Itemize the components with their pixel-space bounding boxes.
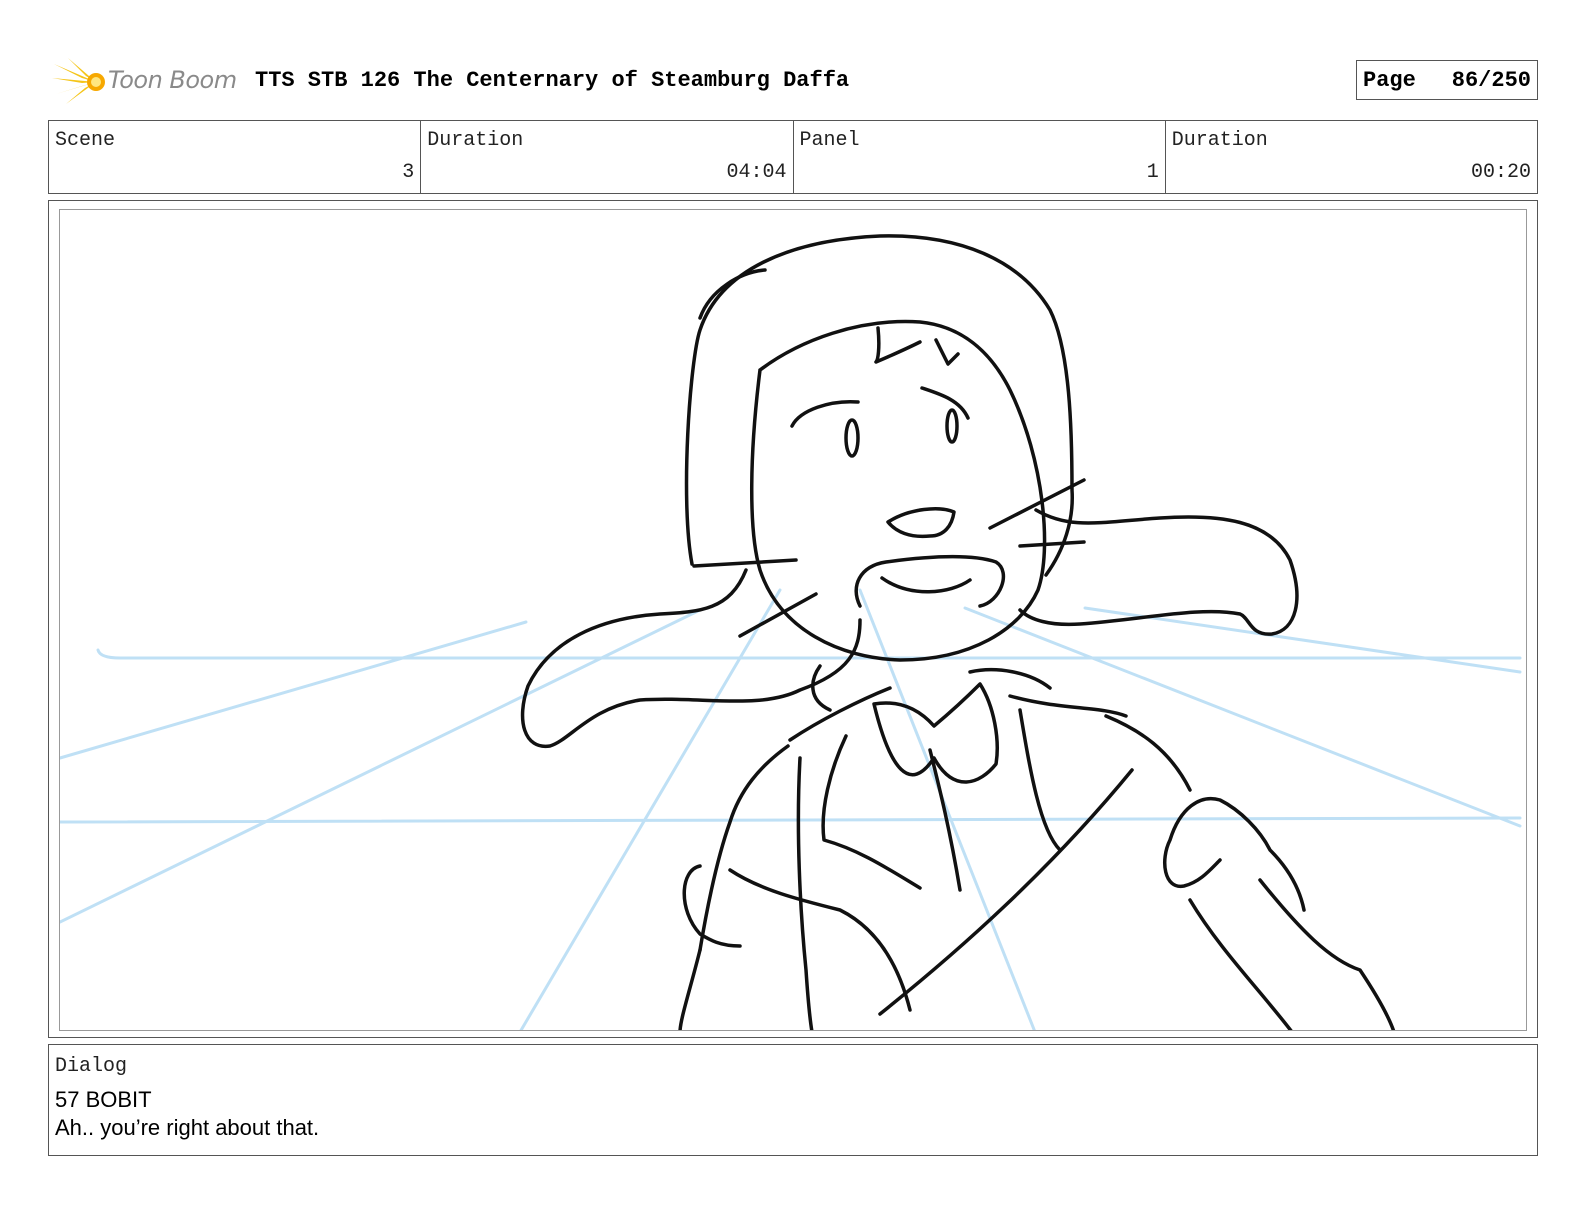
guide-left-upper: [60, 620, 528, 760]
mouth: [880, 576, 972, 594]
scene-duration-cell: Duration 04:04: [421, 121, 794, 193]
storyboard-panel-image: [59, 209, 1527, 1031]
scene-duration-value: 04:04: [726, 161, 787, 184]
scene-cell: Scene 3: [49, 121, 422, 193]
page-counter: Page 86/250: [1356, 60, 1538, 100]
panel-duration-cell: Duration 00:20: [1166, 121, 1537, 193]
logo-text: Toon Boom: [108, 66, 237, 94]
document-title: TTS STB 126 The Centernary of Steamburg …: [255, 68, 850, 93]
perspective-guides: [60, 588, 1522, 1030]
right-body: [1188, 898, 1293, 1030]
dialog-label: Dialog: [55, 1055, 128, 1078]
muzzle: [854, 554, 1006, 608]
storyboard-panel-frame: [48, 200, 1538, 1038]
dialog-box: Dialog 57 BOBIT Ah.. you’re right about …: [48, 1044, 1538, 1156]
left-shoulder: [698, 744, 790, 952]
scene-value: 3: [402, 161, 415, 184]
jacket-left-lapel: [821, 734, 922, 890]
panel-cell: Panel 1: [794, 121, 1166, 193]
hair-tuft: [874, 326, 960, 366]
guide-vertical-left: [519, 588, 782, 1030]
scene-label: Scene: [55, 129, 116, 152]
whisker-right-2: [1018, 540, 1086, 548]
panel-duration-label: Duration: [1171, 129, 1268, 152]
horizon-guide: [96, 648, 1522, 660]
page-label: Page: [1363, 67, 1416, 93]
collar-right: [968, 668, 1128, 718]
right-ear: [1018, 508, 1299, 636]
face-outline: [749, 319, 1047, 662]
left-eye: [844, 418, 860, 458]
hood-outline: [684, 234, 1074, 577]
dialog-line: Ah.. you’re right about that.: [55, 1115, 320, 1140]
scene-duration-label: Duration: [427, 129, 524, 152]
sash: [878, 768, 1134, 1016]
jacket-right-lapel: [1018, 708, 1062, 852]
panel-duration-value: 00:20: [1470, 161, 1531, 184]
lower-guide: [60, 816, 1522, 824]
toon-boom-logo: Toon Boom: [52, 56, 242, 106]
left-sleeve: [682, 864, 742, 948]
guide-right-diagonal: [963, 606, 1522, 828]
starburst-icon: [52, 58, 105, 104]
dialog-speaker: 57 BOBIT: [55, 1087, 152, 1112]
page-header: Toon Boom TTS STB 126 The Centernary of …: [48, 56, 1538, 106]
right-brow: [920, 386, 970, 420]
jacket-front: [796, 756, 814, 1030]
right-arm: [1258, 878, 1396, 1030]
left-arm: [678, 868, 912, 1030]
page-value: 86/250: [1451, 67, 1531, 93]
right-shoulder: [1104, 714, 1192, 792]
panel-value: 1: [1146, 161, 1159, 184]
panel-label: Panel: [799, 129, 860, 152]
scene-info-row: Scene 3 Duration 04:04 Panel 1 Duration …: [48, 120, 1538, 194]
nose: [886, 507, 956, 539]
right-eye: [945, 408, 959, 444]
panel-sketch: [60, 234, 1522, 1030]
whisker-left-1: [692, 558, 798, 568]
right-hand: [1162, 796, 1306, 912]
